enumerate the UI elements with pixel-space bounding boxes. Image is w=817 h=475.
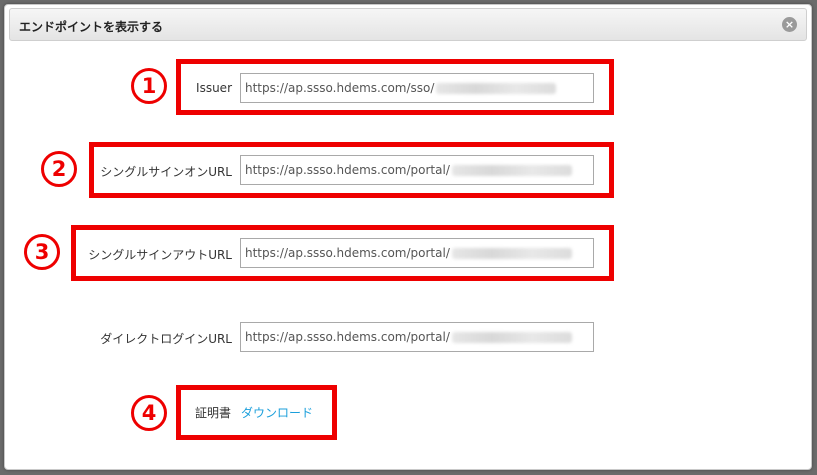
marker-2: 2 [41, 151, 77, 187]
dialog-title: エンドポイントを表示する [19, 20, 164, 34]
direct-login-url-field[interactable]: https://ap.ssso.hdems.com/portal/ [240, 322, 594, 352]
dialog-header: エンドポイントを表示する × [9, 8, 807, 41]
close-icon[interactable]: × [782, 17, 797, 32]
marker-1: 1 [131, 68, 167, 104]
highlight-box-issuer [176, 59, 614, 115]
highlight-box-sso-url [89, 142, 614, 198]
marker-3: 3 [24, 234, 60, 270]
endpoint-dialog: エンドポイントを表示する × Issuer https://ap.ssso.hd… [4, 4, 812, 470]
redacted-text [451, 332, 572, 343]
direct-login-url-row: ダイレクトログインURL https://ap.ssso.hdems.com/p… [5, 318, 813, 358]
highlight-box-slo-url [71, 225, 614, 281]
direct-login-url-value: https://ap.ssso.hdems.com/portal/ [245, 330, 450, 344]
highlight-box-certificate [176, 385, 337, 440]
direct-login-url-label: ダイレクトログインURL [100, 332, 232, 346]
marker-4: 4 [131, 395, 167, 431]
